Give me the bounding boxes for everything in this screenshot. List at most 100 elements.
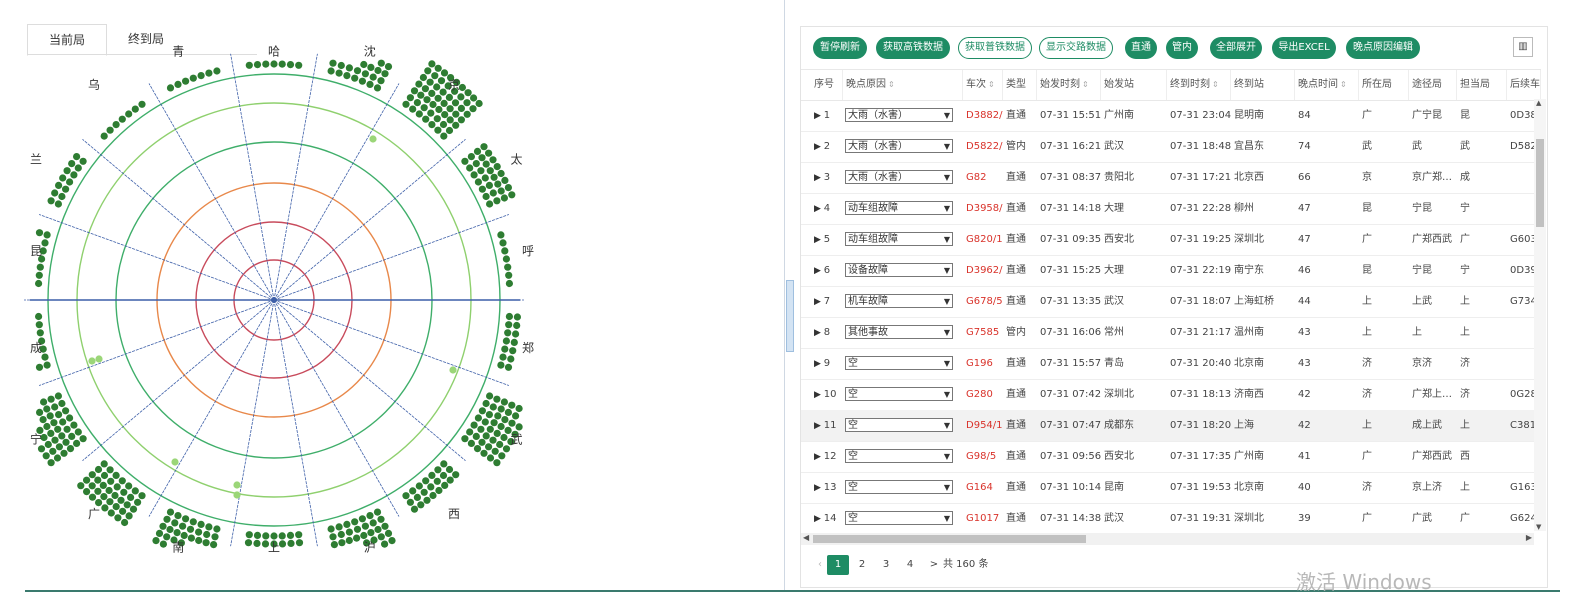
delay-reason-value: 空 <box>848 451 858 462</box>
delay-dot <box>473 147 482 155</box>
internal-filter-button[interactable]: 管内 <box>1166 37 1198 59</box>
vertical-scroll-thumb[interactable] <box>1536 139 1544 227</box>
horizontal-scroll-thumb[interactable] <box>813 535 1086 543</box>
delay-dot <box>253 61 262 69</box>
scroll-down-icon[interactable]: ▼ <box>1536 523 1541 531</box>
expand-row-icon[interactable]: ▶ <box>814 390 824 400</box>
sort-icon[interactable]: ⇕ <box>888 80 895 89</box>
table-row[interactable]: ▶ 7 机车故障 ▼ G678/5 直通 07-31 13:35 武汉 07-31 18:07… <box>801 286 1537 318</box>
expand-row-icon[interactable]: ▶ <box>814 359 824 369</box>
table-row[interactable]: ▶ 13 空 ▼ G164 直通 07-31 10:14 昆南 07-31 19:53 北京南 4… <box>801 472 1537 504</box>
delay-reason-select[interactable]: 大雨（水害） ▼ <box>845 139 953 153</box>
table-row[interactable]: ▶ 5 动车组故障 ▼ G820/17直通 07-31 09:35西安北 07-31 19… <box>801 224 1537 256</box>
expand-row-icon[interactable]: ▶ <box>814 142 824 152</box>
delay-dot <box>505 321 513 329</box>
expand-row-icon[interactable]: ▶ <box>814 266 824 276</box>
delay-dot <box>107 509 115 517</box>
expand-all-button[interactable]: 全部展开 <box>1210 37 1262 59</box>
page-1[interactable]: 1 <box>827 555 849 575</box>
delay-reason-select[interactable]: 机车故障 ▼ <box>845 294 953 308</box>
table-row[interactable]: ▶ 8 其他事故 ▼ G7585 管内 07-31 16:06 常州 07-31 21:17 温… <box>801 317 1534 349</box>
expand-row-icon[interactable]: ▶ <box>814 111 824 121</box>
delay-reason-select[interactable]: 其他事故 ▼ <box>845 325 953 339</box>
column-header[interactable]: 类型 <box>1003 70 1037 100</box>
delay-reason-select[interactable]: 大雨（水害） ▼ <box>845 170 953 184</box>
expand-row-icon[interactable]: ▶ <box>814 204 824 214</box>
table-row[interactable]: ▶ 6 设备故障 ▼ D3962/5直通 07-31 15:25大理 07-31 22:1… <box>801 255 1537 287</box>
delay-reason-select[interactable]: 设备故障 ▼ <box>845 263 953 277</box>
delay-reason-select[interactable]: 空 ▼ <box>845 511 953 525</box>
table-row[interactable]: ▶ 9 空 ▼ G196 直通 07-31 15:57 青岛 07-31 20:40 北京南 43… <box>801 348 1534 380</box>
delay-reason-select[interactable]: 动车组故障 ▼ <box>845 232 953 246</box>
page-4[interactable]: 4 <box>901 555 919 575</box>
delay-reason-select[interactable]: 空 ▼ <box>845 480 953 494</box>
edit-delay-reason-button[interactable]: 晚点原因编辑 <box>1346 37 1420 59</box>
pause-refresh-button[interactable]: 暂停刷新 <box>813 37 867 59</box>
row-number: 2 <box>823 141 831 152</box>
expand-row-icon[interactable]: ▶ <box>814 297 824 307</box>
delay-dot <box>409 487 417 495</box>
column-header[interactable]: 终到站 <box>1231 70 1295 100</box>
horizontal-scrollbar[interactable]: ◀ ▶ <box>801 533 1534 545</box>
table-row[interactable]: ▶ 4 动车组故障 ▼ D3958/5直通 07-31 14:18大理 07-31 22:… <box>801 193 1534 225</box>
column-header[interactable]: 序号 <box>811 70 843 100</box>
column-header[interactable]: 晚点原因 ⇕ <box>843 70 963 100</box>
panel-splitter[interactable] <box>784 0 794 590</box>
delay-dot <box>504 363 513 371</box>
columns-icon[interactable]: ▥ <box>1513 37 1533 57</box>
column-header[interactable]: 晚点时间 ⇕ <box>1295 70 1359 100</box>
type-cell: 管内 <box>1006 141 1026 152</box>
delay-dot <box>470 94 478 102</box>
table-row[interactable]: ▶ 11 空 ▼ D954/1 直通 07-31 07:47 成都东 07-31 18:20 上… <box>801 410 1536 442</box>
vertical-scrollbar[interactable]: ▲ ▼ <box>1534 99 1546 531</box>
column-header[interactable]: 始发站 <box>1101 70 1167 100</box>
table-row[interactable]: ▶ 1 大雨（水害） ▼ D3882/3直通 07-31 15:51广州南 07-31 2… <box>801 100 1537 132</box>
next-page-icon[interactable]: > <box>925 555 943 575</box>
delay-dot <box>374 525 382 534</box>
scroll-left-icon[interactable]: ◀ <box>803 533 809 542</box>
delay-cell: 47 <box>1298 203 1311 214</box>
sort-icon[interactable]: ⇕ <box>1340 80 1347 89</box>
column-header[interactable]: 后续车次 <box>1507 70 1541 100</box>
sort-icon[interactable]: ⇕ <box>1082 80 1089 89</box>
table-row[interactable]: ▶ 3 大雨（水害） ▼ G82 直通 07-31 08:37 贵阳北 07-31 17:21… <box>801 162 1534 194</box>
delay-reason-select[interactable]: 空 ▼ <box>845 356 953 370</box>
dep-time-cell: 07-31 13:35 <box>1040 296 1101 307</box>
column-header[interactable]: 始发时刻 ⇕ <box>1037 70 1101 100</box>
column-header[interactable]: 所在局 <box>1359 70 1409 100</box>
column-header[interactable]: 担当局 <box>1457 70 1507 100</box>
get-normal-data-button[interactable]: 获取普铁数据 <box>958 37 1032 59</box>
scroll-right-icon[interactable]: ▶ <box>1526 533 1532 542</box>
sort-icon[interactable]: ⇕ <box>988 80 995 89</box>
delay-reason-select[interactable]: 动车组故障 ▼ <box>845 201 953 215</box>
expand-row-icon[interactable]: ▶ <box>814 514 824 524</box>
export-excel-button[interactable]: 导出EXCEL <box>1272 37 1336 59</box>
expand-row-icon[interactable]: ▶ <box>814 452 824 462</box>
table-row[interactable]: ▶ 10 空 ▼ G280 直通 07-31 07:42 深圳北 07-31 18:13 济南西… <box>801 379 1537 411</box>
column-header[interactable]: 终到时刻 ⇕ <box>1167 70 1231 100</box>
column-header[interactable]: 途径局 <box>1409 70 1457 100</box>
page-3[interactable]: 3 <box>877 555 895 575</box>
delay-dot <box>469 105 477 113</box>
chevron-down-icon: ▼ <box>943 452 950 461</box>
delay-reason-select[interactable]: 空 ▼ <box>845 449 953 463</box>
delay-reason-select[interactable]: 大雨（水害） ▼ <box>845 108 953 122</box>
get-highspeed-data-button[interactable]: 获取高铁数据 <box>876 37 950 59</box>
through-filter-button[interactable]: 直通 <box>1125 37 1157 59</box>
column-header[interactable]: 车次 ⇕ <box>963 70 1003 100</box>
page-2[interactable]: 2 <box>853 555 871 575</box>
sort-icon[interactable]: ⇕ <box>1212 80 1219 89</box>
expand-row-icon[interactable]: ▶ <box>814 328 824 338</box>
expand-row-icon[interactable]: ▶ <box>814 483 824 493</box>
delay-reason-select[interactable]: 空 ▼ <box>845 418 953 432</box>
expand-row-icon[interactable]: ▶ <box>814 173 824 183</box>
expand-row-icon[interactable]: ▶ <box>814 235 824 245</box>
splitter-handle[interactable] <box>786 280 794 352</box>
delay-reason-select[interactable]: 空 ▼ <box>845 387 953 401</box>
table-row[interactable]: ▶ 12 空 ▼ G98/5 直通 07-31 09:56 西安北 07-31 17:35 广州… <box>801 441 1534 473</box>
scroll-up-icon[interactable]: ▲ <box>1536 99 1541 107</box>
expand-row-icon[interactable]: ▶ <box>814 421 824 431</box>
table-row[interactable]: ▶ 14 空 ▼ G1017 直通 07-31 14:38 武汉 07-31 19:31 深圳北… <box>801 503 1537 531</box>
table-row[interactable]: ▶ 2 大雨（水害） ▼ D5822/3管内 07-31 16:21武汉 07-31 18… <box>801 131 1537 163</box>
show-routing-data-button[interactable]: 显示交路数据 <box>1039 37 1113 59</box>
